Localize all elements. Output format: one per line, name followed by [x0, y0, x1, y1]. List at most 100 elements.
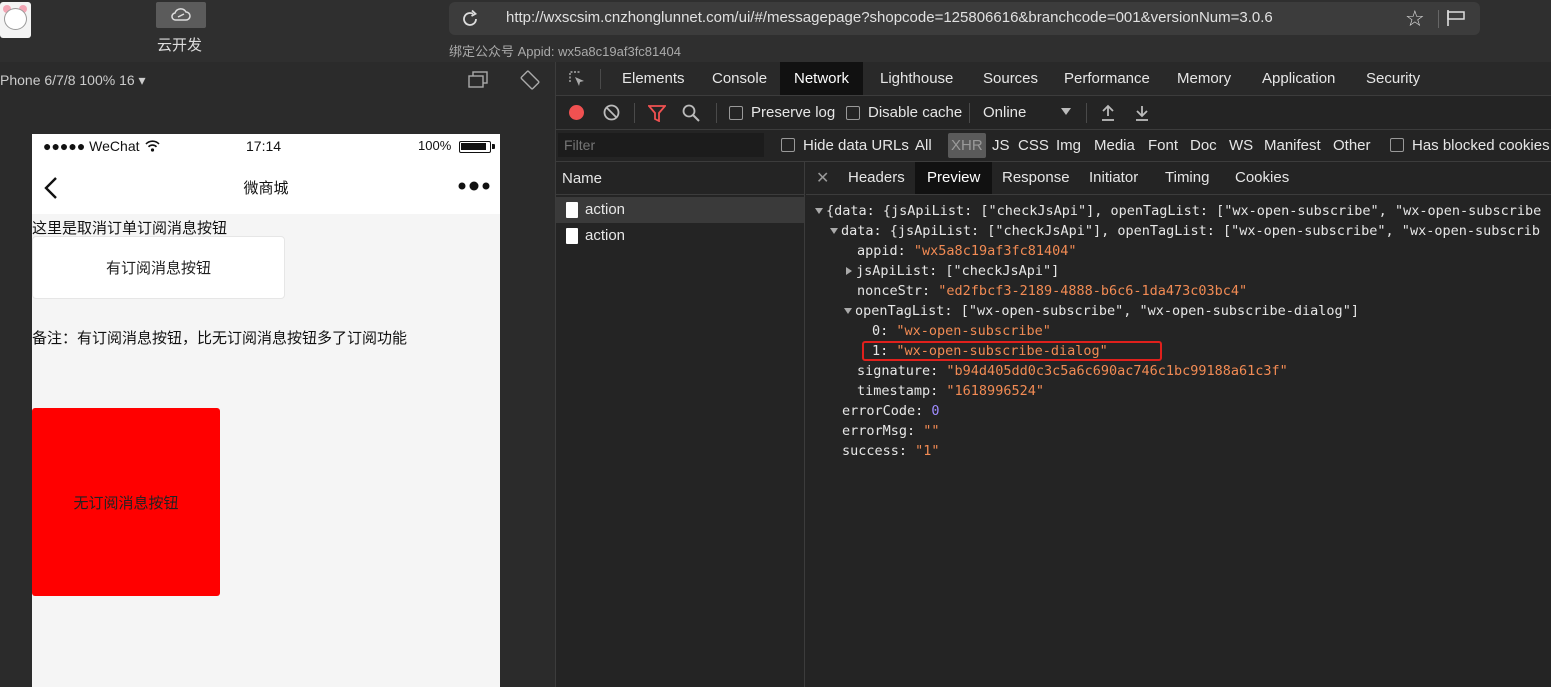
tab-lighthouse[interactable]: Lighthouse — [866, 62, 967, 95]
phone-status-bar: ●●●●● WeChat 17:14 100% — [32, 134, 500, 159]
hide-data-urls-checkbox[interactable] — [781, 138, 795, 152]
tab-network[interactable]: Network — [780, 62, 864, 95]
collapse-icon[interactable] — [830, 228, 838, 234]
star-icon[interactable]: ☆ — [1405, 6, 1425, 32]
tab-elements[interactable]: Elements — [608, 62, 699, 95]
filter-icon[interactable] — [648, 105, 666, 122]
request-name: action — [585, 227, 626, 244]
url-text[interactable]: http://wxscsim.cnzhonglunnet.com/ui/#/me… — [506, 9, 1273, 26]
divider — [1438, 10, 1439, 28]
filter-bar: Hide data URLs All XHR JS CSS Img Media … — [556, 130, 1551, 162]
phone-screen: ●●●●● WeChat 17:14 100% 微商城 这里是取消订单订阅消息按… — [32, 134, 500, 687]
subscribe-message-button[interactable]: 有订阅消息按钮 — [32, 236, 285, 299]
record-icon[interactable] — [569, 105, 584, 120]
filter-type-img[interactable]: Img — [1056, 137, 1081, 154]
divider — [634, 103, 635, 123]
carrier-text: ●●●●● WeChat — [43, 138, 140, 154]
tab-initiator[interactable]: Initiator — [1077, 162, 1150, 194]
json-appid-line: appid: "wx5a8c19af3fc81404" — [857, 243, 1077, 259]
request-row[interactable]: action — [556, 223, 804, 249]
appid-text: 绑定公众号 Appid: wx5a8c19af3fc81404 — [449, 44, 681, 59]
divider — [969, 103, 970, 123]
window-icon[interactable] — [468, 71, 488, 88]
filter-input[interactable] — [558, 133, 764, 157]
device-selector[interactable]: Phone 6/7/8 100% 16 ▾ — [0, 72, 146, 89]
throttle-select[interactable]: Online — [983, 104, 1026, 121]
json-opentag-item-0: 0: "wx-open-subscribe" — [872, 323, 1051, 339]
request-name: action — [585, 201, 626, 218]
phone-nav-bar: 微商城 — [32, 159, 500, 214]
has-blocked-cookies-label: Has blocked cookies — [1412, 137, 1550, 154]
flag-icon[interactable] — [1445, 9, 1467, 27]
tab-security[interactable]: Security — [1352, 62, 1434, 95]
filter-type-xhr[interactable]: XHR — [948, 133, 986, 158]
json-errorcode-line: errorCode: 0 — [842, 403, 940, 419]
json-data-line[interactable]: data: {jsApiList: ["checkJsApi"], openTa… — [830, 221, 1540, 241]
more-icon[interactable] — [458, 181, 490, 191]
tab-console[interactable]: Console — [698, 62, 781, 95]
json-signature-line: signature: "b94d405dd0c3c5a6c690ac746c1b… — [857, 363, 1288, 379]
filter-type-js[interactable]: JS — [992, 137, 1010, 154]
refresh-icon[interactable] — [460, 9, 480, 29]
tab-application[interactable]: Application — [1248, 62, 1349, 95]
clear-icon[interactable] — [603, 104, 620, 121]
filter-type-media[interactable]: Media — [1094, 137, 1135, 154]
json-opentaglist-line[interactable]: openTagList: ["wx-open-subscribe", "wx-o… — [844, 301, 1359, 321]
file-icon — [566, 228, 578, 244]
disable-cache-checkbox[interactable] — [846, 106, 860, 120]
devtools-panel: Elements Console Network Lighthouse Sour… — [555, 62, 1551, 687]
json-preview: {data: {jsApiList: ["checkJsApi"], openT… — [806, 195, 1551, 685]
filter-type-css[interactable]: CSS — [1018, 137, 1049, 154]
address-bar[interactable]: http://wxscsim.cnzhonglunnet.com/ui/#/me… — [449, 2, 1480, 35]
tab-response[interactable]: Response — [990, 162, 1082, 194]
export-har-icon[interactable] — [1134, 104, 1150, 122]
collapse-icon[interactable] — [844, 308, 852, 314]
clock-text: 17:14 — [246, 138, 282, 154]
filter-type-font[interactable]: Font — [1148, 137, 1178, 154]
no-subscribe-button[interactable]: 无订阅消息按钮 — [32, 408, 220, 596]
tab-headers[interactable]: Headers — [836, 162, 917, 194]
request-detail-panel: ✕ Headers Preview Response Initiator Tim… — [806, 162, 1551, 687]
highlight-box — [862, 341, 1162, 361]
rotate-icon[interactable] — [519, 69, 541, 91]
divider — [716, 103, 717, 123]
divider — [1086, 103, 1087, 123]
tab-timing[interactable]: Timing — [1153, 162, 1221, 194]
name-column-header[interactable]: Name — [556, 162, 805, 195]
preserve-log-checkbox[interactable] — [729, 106, 743, 120]
network-toolbar: Preserve log Disable cache Online — [556, 96, 1551, 130]
devtools-tabs: Elements Console Network Lighthouse Sour… — [556, 62, 1551, 96]
json-jsapilist-line[interactable]: jsApiList: ["checkJsApi"] — [846, 261, 1059, 281]
filter-type-doc[interactable]: Doc — [1190, 137, 1217, 154]
json-success-line: success: "1" — [842, 443, 940, 459]
tab-cookies[interactable]: Cookies — [1223, 162, 1301, 194]
devtools-window: 云开发 http://wxscsim.cnzhonglunnet.com/ui/… — [0, 0, 1551, 687]
search-icon[interactable] — [682, 104, 700, 122]
hide-data-urls-label: Hide data URLs — [803, 137, 909, 154]
tab-sources[interactable]: Sources — [969, 62, 1052, 95]
import-har-icon[interactable] — [1100, 104, 1116, 122]
expand-icon[interactable] — [846, 267, 852, 275]
cloud-link-icon — [171, 8, 191, 21]
request-list: Name action action — [556, 162, 805, 687]
tab-memory[interactable]: Memory — [1163, 62, 1245, 95]
collapse-icon[interactable] — [815, 208, 823, 214]
chevron-down-icon[interactable] — [1061, 108, 1071, 115]
avatar[interactable] — [0, 2, 31, 38]
filter-type-other[interactable]: Other — [1333, 137, 1371, 154]
tab-preview[interactable]: Preview — [915, 162, 993, 194]
inspect-icon[interactable] — [568, 70, 586, 88]
tab-performance[interactable]: Performance — [1050, 62, 1164, 95]
filter-type-all[interactable]: All — [915, 137, 932, 154]
filter-type-manifest[interactable]: Manifest — [1264, 137, 1321, 154]
json-root-line[interactable]: {data: {jsApiList: ["checkJsApi"], openT… — [815, 201, 1541, 221]
json-noncestr-line: nonceStr: "ed2fbcf3-2189-4888-b6c6-1da47… — [857, 283, 1248, 299]
filter-type-ws[interactable]: WS — [1229, 137, 1253, 154]
cloud-dev-button[interactable] — [156, 2, 206, 28]
file-icon — [566, 202, 578, 218]
request-row[interactable]: action — [556, 197, 804, 223]
close-icon[interactable]: ✕ — [816, 168, 829, 188]
divider — [600, 69, 601, 89]
cancel-order-text: 这里是取消订单订阅消息按钮 — [32, 220, 228, 237]
has-blocked-cookies-checkbox[interactable] — [1390, 138, 1404, 152]
